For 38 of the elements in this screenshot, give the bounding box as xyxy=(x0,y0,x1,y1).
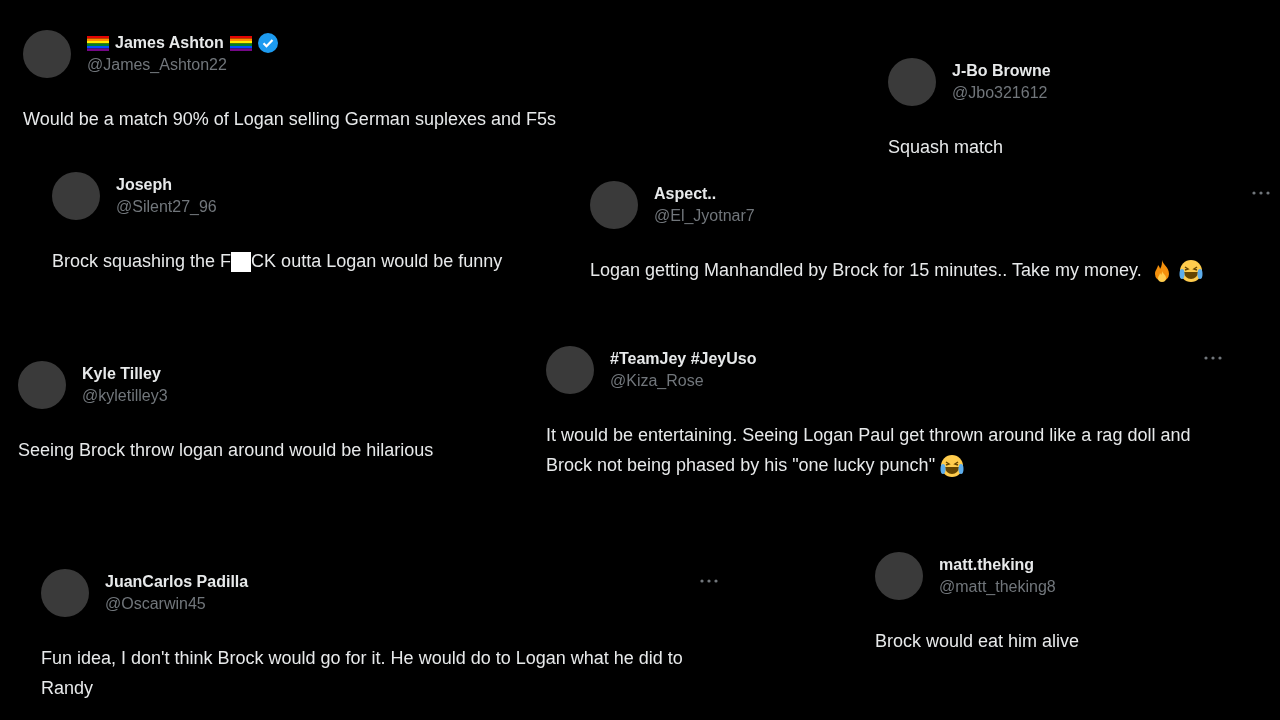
more-options-icon[interactable] xyxy=(1204,356,1222,360)
tweet-text: Brock squashing the F CK outta Logan would be funny xyxy=(52,250,504,275)
display-name: Joseph xyxy=(116,175,172,195)
display-name: J-Bo Browne xyxy=(952,61,1051,81)
display-name: James Ashton xyxy=(115,33,224,53)
user-handle: @James_Ashton22 xyxy=(87,55,228,75)
avatar[interactable] xyxy=(18,361,66,409)
display-name: Aspect.. xyxy=(654,184,717,204)
user-handle: @El_Jyotnar7 xyxy=(654,206,755,226)
tweet-text: Seeing Brock throw logan around would be hilarious xyxy=(18,439,435,462)
display-name: matt.theking xyxy=(939,555,1035,575)
tweet-text: Logan getting Manhandled by Brock for 15 minutes.. Take my money. xyxy=(590,255,1270,285)
avatar[interactable] xyxy=(41,569,89,617)
user-handle: @Jbo321612 xyxy=(952,83,1049,103)
avatar[interactable] xyxy=(888,58,936,106)
display-name: Kyle Tilley xyxy=(82,364,161,384)
user-handle: @kyletilley3 xyxy=(82,386,168,406)
display-name: #TeamJey #JeyUso xyxy=(610,349,757,369)
display-name: JuanCarlos Padilla xyxy=(105,572,249,592)
user-handle: @Kiza_Rose xyxy=(610,371,705,391)
user-handle: @Silent27_96 xyxy=(116,197,217,217)
user-handle: @matt_theking8 xyxy=(939,577,1056,597)
laughing-emoji-icon xyxy=(1177,258,1204,285)
avatar[interactable] xyxy=(590,181,638,229)
censor-block xyxy=(231,252,252,273)
tweet-text: It would be entertaining. Seeing Logan Paul get thrown around like a rag doll and Brock not being phased by his "one lucky punch" xyxy=(546,420,1222,480)
avatar[interactable] xyxy=(875,552,923,600)
more-options-icon[interactable] xyxy=(700,579,718,583)
avatar[interactable] xyxy=(52,172,100,220)
tweet-text: Brock would eat him alive xyxy=(875,630,1081,653)
more-options-icon[interactable] xyxy=(1252,191,1270,195)
tweet-text: Squash match xyxy=(888,136,1005,159)
tweet-text: Fun idea, I don't think Brock would go for it. He would do to Logan what he did to Randy xyxy=(41,647,684,700)
avatar[interactable] xyxy=(23,30,71,78)
avatar[interactable] xyxy=(546,346,594,394)
laughing-emoji-icon xyxy=(939,453,966,480)
tweet-text: Would be a match 90% of Logan selling German suplexes and F5s xyxy=(23,108,557,131)
user-handle: @Oscarwin45 xyxy=(105,594,207,614)
